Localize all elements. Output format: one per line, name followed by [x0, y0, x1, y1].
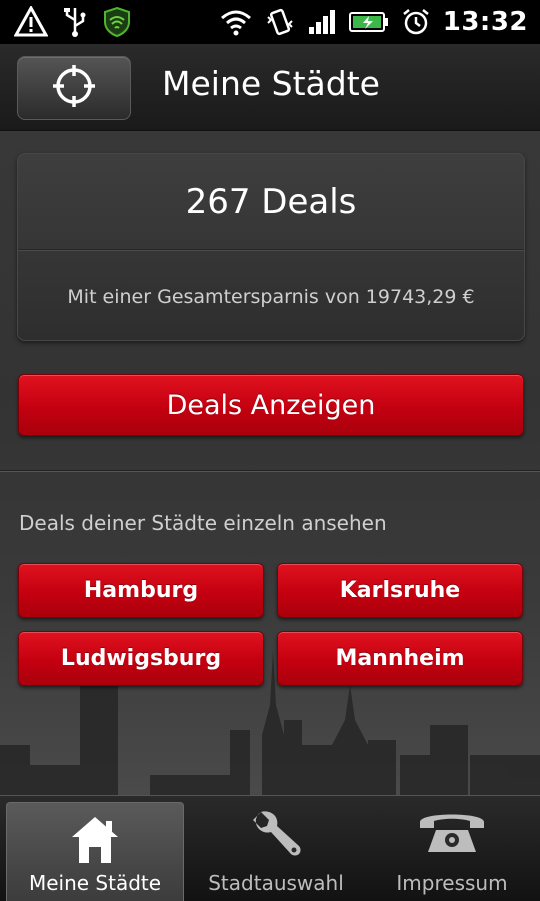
usb-icon — [62, 6, 88, 38]
shield-icon — [102, 6, 132, 38]
tab-label: Impressum — [396, 871, 508, 895]
tab-stadtauswahl[interactable]: Stadtauswahl — [188, 796, 364, 901]
bottom-tab-bar: Meine Städte Stadtauswahl Impressum — [0, 795, 540, 901]
wrench-icon — [188, 806, 364, 860]
city-button-karlsruhe[interactable]: Karlsruhe — [277, 563, 523, 618]
tab-impressum[interactable]: Impressum — [364, 796, 540, 901]
status-bar: 13:32 — [0, 0, 540, 44]
wifi-icon — [219, 8, 253, 36]
divider — [0, 470, 540, 472]
tab-meine-staedte[interactable]: Meine Städte — [6, 802, 184, 901]
crosshair-icon — [51, 63, 97, 113]
city-button-hamburg[interactable]: Hamburg — [18, 563, 264, 618]
warning-icon — [14, 6, 48, 38]
main-content: 267 Deals Mit einer Gesamtersparnis von … — [0, 131, 540, 795]
alarm-icon — [401, 7, 431, 37]
total-savings-text: Mit einer Gesamtersparnis von 19743,29 € — [67, 286, 475, 308]
clock-time: 13:32 — [442, 7, 528, 37]
vibrate-icon — [265, 7, 295, 37]
page-title: Meine Städte — [162, 64, 380, 103]
phone-icon — [364, 806, 540, 856]
signal-icon — [307, 9, 337, 35]
battery-icon — [348, 10, 389, 34]
home-icon — [7, 813, 183, 865]
app-header: Meine Städte — [0, 44, 540, 131]
deals-count: 267 Deals — [185, 182, 357, 222]
deals-summary-panel: 267 Deals Mit einer Gesamtersparnis von … — [17, 153, 525, 341]
divider — [18, 249, 524, 251]
tab-label: Meine Städte — [28, 871, 162, 895]
show-deals-button[interactable]: Deals Anzeigen — [18, 374, 524, 436]
city-button-ludwigsburg[interactable]: Ludwigsburg — [18, 631, 264, 686]
cities-section-label: Deals deiner Städte einzeln ansehen — [19, 511, 387, 535]
locate-button[interactable] — [17, 56, 131, 120]
city-button-mannheim[interactable]: Mannheim — [277, 631, 523, 686]
tab-label: Stadtauswahl — [208, 871, 344, 895]
